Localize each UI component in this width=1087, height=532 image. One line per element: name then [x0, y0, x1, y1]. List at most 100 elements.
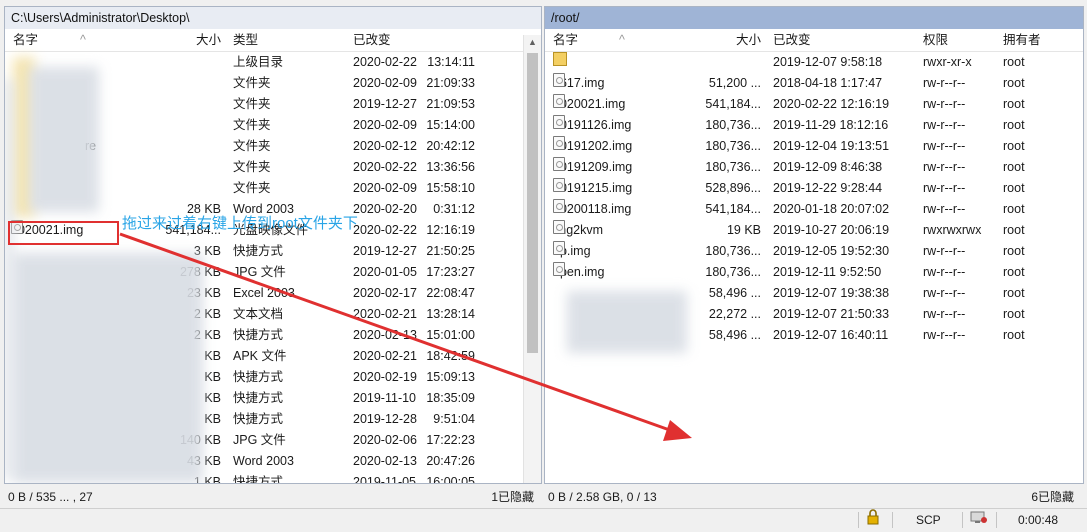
- cell-permissions: rw-r--r--: [923, 139, 966, 153]
- blurred-region: [567, 291, 687, 353]
- cell-permissions: rw-r--r--: [923, 286, 966, 300]
- table-row[interactable]: op.img 180,736... 2019-12-05 19:52:30 rw-r-…: [545, 241, 1083, 262]
- cell-time: 21:50:25: [426, 244, 475, 258]
- column-name[interactable]: 名字: [13, 29, 38, 51]
- table-row[interactable]: 3617.img 51,200 ... 2018-04-18 1:17:47 rw-r…: [545, 73, 1083, 94]
- cell-size: 541,184...: [705, 202, 761, 216]
- scroll-thumb[interactable]: [527, 53, 538, 353]
- cell-type: APK 文件: [233, 349, 287, 363]
- file-icon: [553, 220, 565, 234]
- file-icon: [553, 136, 565, 150]
- file-icon: [553, 115, 565, 129]
- column-type[interactable]: 类型: [233, 29, 258, 51]
- table-row[interactable]: 20191126.img 180,736... 2019-11-29 18:12:1…: [545, 115, 1083, 136]
- column-name[interactable]: 名字: [553, 29, 578, 51]
- cell-type: 文件夹: [233, 160, 271, 174]
- column-owner[interactable]: 拥有者: [1003, 29, 1041, 51]
- cell-owner: root: [1003, 265, 1025, 279]
- cell-owner: root: [1003, 202, 1025, 216]
- cell-size: 180,736...: [705, 118, 761, 132]
- cell-time: 22:08:47: [426, 286, 475, 300]
- remote-status-selection: 0 B / 2.58 GB, 0 / 13: [548, 490, 657, 504]
- cell-permissions: rw-r--r--: [923, 76, 966, 90]
- cell-date: 2020-02-20: [353, 202, 417, 216]
- table-row[interactable]: 20191209.img 180,736... 2019-12-09 8:46:38…: [545, 157, 1083, 178]
- cell-name: 20191209.img: [553, 157, 632, 178]
- column-modified[interactable]: 已改变: [353, 29, 391, 51]
- cell-size: 51,200 ...: [708, 76, 761, 90]
- remote-pane: /root/ 名字 ^ 大小 已改变 权限 拥有者 .. 2019-12-07 9…: [544, 6, 1084, 484]
- table-row[interactable]: 20191215.img 528,896... 2019-12-22 9:28:44…: [545, 178, 1083, 199]
- cell-modified: 2020-02-22 12:16:19: [773, 97, 890, 111]
- cell-permissions: rw-r--r--: [923, 118, 966, 132]
- cell-modified: 2019-12-07 21:50:33: [773, 307, 890, 321]
- scroll-up-icon[interactable]: ▲: [528, 37, 537, 47]
- cell-date: 2019-12-28: [353, 412, 417, 426]
- cell-time: 21:09:53: [426, 97, 475, 111]
- cell-permissions: rw-r--r--: [923, 160, 966, 174]
- cell-owner: root: [1003, 328, 1025, 342]
- cell-owner: root: [1003, 139, 1025, 153]
- column-size[interactable]: 大小: [155, 29, 221, 51]
- cell-size: 180,736...: [705, 139, 761, 153]
- local-status-hidden: 1已隐藏: [491, 490, 534, 504]
- cell-date: 2020-02-21: [353, 349, 417, 363]
- local-pane: C:\Users\Administrator\Desktop\ 名字 ^ 大小 …: [4, 6, 542, 484]
- remote-path[interactable]: /root/: [545, 7, 1083, 29]
- column-permissions[interactable]: 权限: [923, 29, 948, 51]
- table-row[interactable]: img2kvm 19 KB 2019-10-27 20:06:19 rwxrwxrwx…: [545, 220, 1083, 241]
- cell-time: 20:42:12: [426, 139, 475, 153]
- cell-permissions: rwxrwxrwx: [923, 223, 982, 237]
- cell-date: 2019-12-27: [353, 244, 417, 258]
- local-status-selection: 0 B / 535 ... , 27: [8, 490, 93, 504]
- sort-caret-icon: ^: [619, 33, 625, 47]
- table-row[interactable]: open.img 180,736... 2019-12-11 9:52:50 rw-r…: [545, 262, 1083, 283]
- blurred-region: [5, 79, 13, 479]
- cell-time: 9:51:04: [433, 412, 475, 426]
- table-row[interactable]: 20191202.img 180,736... 2019-12-04 19:13:5…: [545, 136, 1083, 157]
- local-column-header: 名字 ^ 大小 类型 已改变: [5, 29, 541, 52]
- table-row[interactable]: 20200118.img 541,184... 2020-01-18 20:07:0…: [545, 199, 1083, 220]
- cell-size: 180,736...: [705, 160, 761, 174]
- column-size[interactable]: 大小: [695, 29, 761, 51]
- cell-size: 58,496 ...: [708, 286, 761, 300]
- cell-date: 2020-02-22: [353, 160, 417, 174]
- cell-permissions: rw-r--r--: [923, 202, 966, 216]
- highlight-box: [8, 221, 119, 245]
- cell-size: 541,184...: [705, 97, 761, 111]
- cell-date: 2019-11-10: [353, 391, 417, 405]
- cell-type: 文件夹: [233, 97, 271, 111]
- cell-permissions: rw-r--r--: [923, 181, 966, 195]
- cell-date: 2020-02-21: [353, 307, 417, 321]
- cell-owner: root: [1003, 181, 1025, 195]
- cell-name: 20200118.img: [553, 199, 631, 220]
- cell-owner: root: [1003, 76, 1025, 90]
- cell-size: 19 KB: [726, 223, 761, 237]
- cell-date: 2020-02-22: [353, 55, 417, 69]
- cell-date: 2020-02-06: [353, 433, 417, 447]
- table-row[interactable]: .. 2019-12-07 9:58:18 rwxr-xr-x root: [545, 52, 1083, 73]
- cell-size: 180,736...: [705, 265, 761, 279]
- cell-date: 2020-02-22: [353, 223, 417, 237]
- cell-time: 18:42:59: [426, 349, 475, 363]
- cell-name: 20191215.img: [553, 178, 632, 199]
- connection-icon: [970, 509, 988, 531]
- local-scrollbar[interactable]: ▲: [523, 35, 541, 483]
- column-modified[interactable]: 已改变: [773, 29, 811, 51]
- cell-type: 快捷方式: [233, 391, 284, 405]
- cell-time: 12:16:19: [426, 223, 475, 237]
- table-row[interactable]: 2020021.img 541,184... 2020-02-22 12:16:19…: [545, 94, 1083, 115]
- cell-modified: 2020-01-18 20:07:02: [773, 202, 890, 216]
- cell-owner: root: [1003, 97, 1025, 111]
- cell-owner: root: [1003, 223, 1025, 237]
- local-path[interactable]: C:\Users\Administrator\Desktop\: [5, 7, 541, 29]
- cell-name: open.img: [553, 262, 604, 283]
- cell-modified: 2019-12-07 9:58:18: [773, 55, 883, 69]
- file-icon: [553, 262, 565, 276]
- cell-type: 文本文档: [233, 307, 284, 321]
- cell-date: 2020-02-09: [353, 76, 417, 90]
- cell-date: 2020-02-13: [353, 454, 417, 468]
- file-icon: [553, 73, 565, 87]
- blurred-region: [13, 253, 203, 483]
- elapsed-time: 0:00:48: [1018, 513, 1059, 527]
